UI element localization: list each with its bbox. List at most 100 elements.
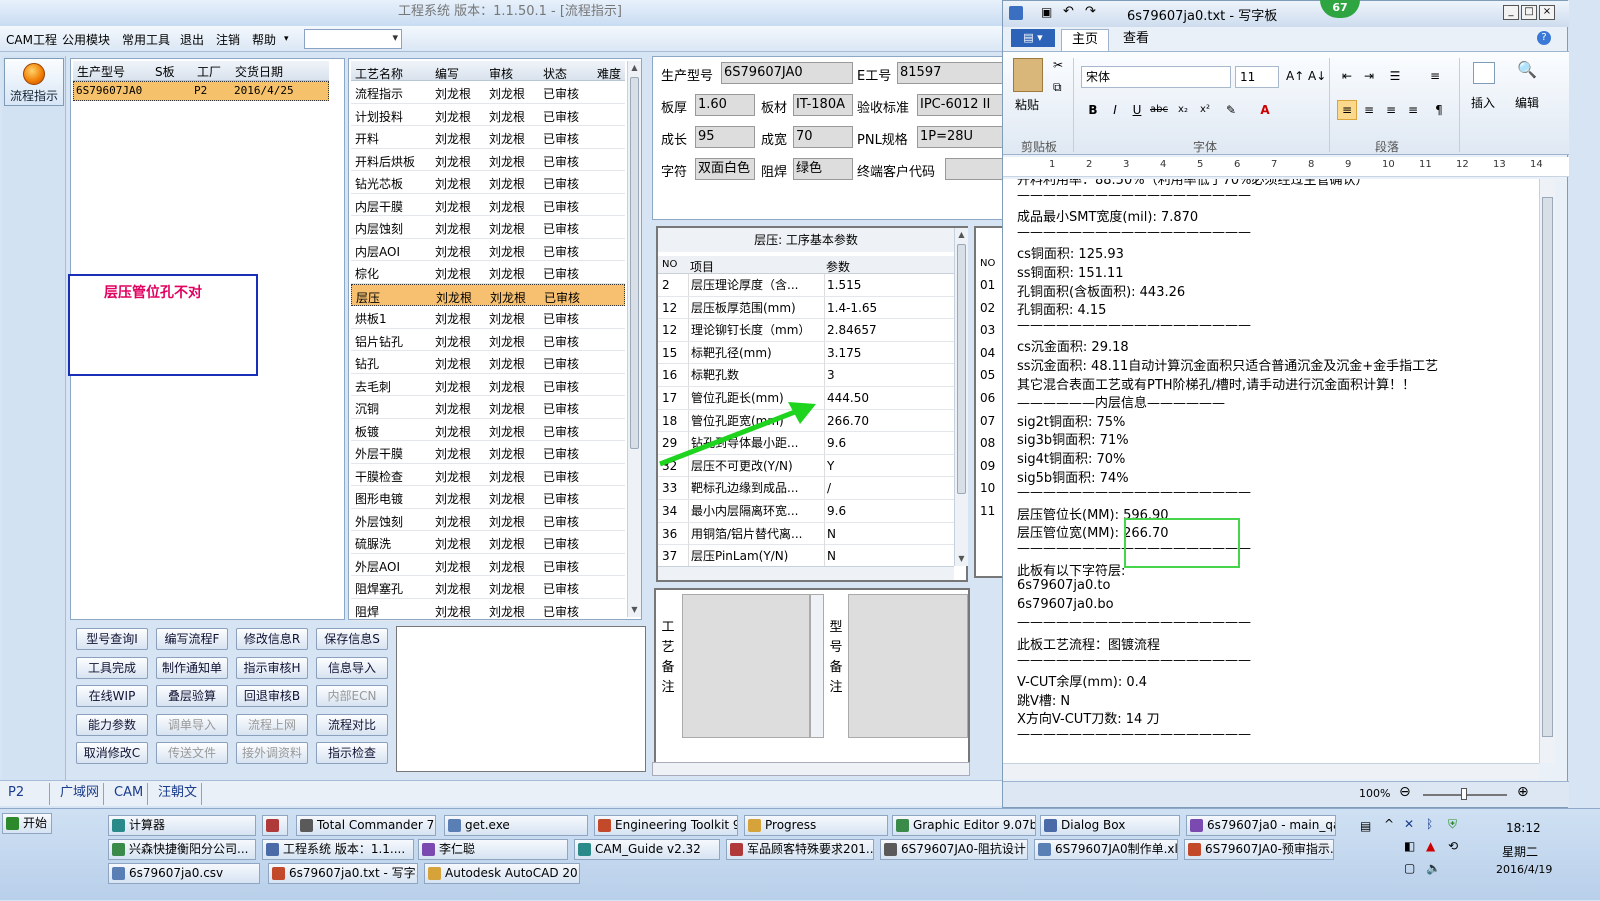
tab-home[interactable]: 主页	[1061, 29, 1110, 51]
undo-icon[interactable]: ↶	[1063, 4, 1074, 19]
mask-field[interactable]: 绿色	[793, 158, 853, 180]
italic-icon[interactable]: I	[1105, 100, 1125, 120]
tab-view[interactable]: 查看	[1113, 29, 1159, 51]
standard-field[interactable]: IPC-6012 II	[917, 94, 1013, 116]
table-row[interactable]: 计划投料 刘龙根 刘龙根 已审核	[351, 104, 625, 126]
table-row[interactable]: 图形电镀 刘龙根 刘龙根 已审核	[351, 486, 625, 509]
taskbar-item[interactable]: 6S79607JA0-预审指示...	[1184, 839, 1334, 860]
highlight-icon[interactable]: ✎	[1221, 100, 1241, 120]
paragraph-icon[interactable]: ¶	[1429, 100, 1449, 120]
edit-label[interactable]: 编辑	[1515, 94, 1539, 111]
grow-font-icon[interactable]: A↑	[1285, 66, 1305, 86]
menu-exit[interactable]: 退出	[180, 31, 204, 48]
table-row[interactable]: 36 用铜箔/铝片替代离... N	[658, 522, 954, 546]
table-row[interactable]: 开料 刘龙根 刘龙根 已审核	[351, 126, 625, 149]
table-row[interactable]: 板镀 刘龙根 刘龙根 已审核	[351, 419, 625, 441]
cut-icon[interactable]: ✂	[1053, 58, 1063, 72]
table-row[interactable]: 钻孔 刘龙根 刘龙根 已审核	[351, 351, 625, 374]
layer-hscrollbar[interactable]	[658, 566, 954, 580]
process-remark-box[interactable]	[682, 594, 810, 738]
menu-help[interactable]: 帮助	[252, 31, 276, 48]
tab-user[interactable]: 汪朝文	[154, 783, 203, 805]
document-scrollbar[interactable]	[1539, 179, 1555, 763]
taskbar-item[interactable]: 6s79607ja0.txt - 写字...	[268, 863, 418, 884]
bottom-hscrollbar[interactable]	[652, 762, 970, 776]
action-button[interactable]: 取消修改C	[76, 742, 148, 764]
action-button[interactable]: 保存信息S	[316, 628, 388, 650]
line-spacing-icon[interactable]: ≡	[1425, 66, 1445, 86]
table-row[interactable]: 层压 刘龙根 刘龙根 已审核	[351, 283, 625, 306]
table-row[interactable]: 钻光芯板 刘龙根 刘龙根 已审核	[351, 171, 625, 194]
header-difficulty[interactable]: 难度	[597, 65, 621, 82]
justify-icon[interactable]: ≡	[1403, 100, 1423, 120]
scroll-thumb[interactable]	[1542, 197, 1553, 737]
scroll-thumb[interactable]	[630, 77, 639, 449]
shrink-font-icon[interactable]: A↓	[1307, 66, 1327, 86]
width-field[interactable]: 70	[793, 126, 853, 148]
ruler[interactable]: 1 2 3 4 5 6 7 8 9 10 11 12 13 14	[1003, 157, 1569, 177]
action-button[interactable]: 修改信息R	[236, 628, 308, 650]
table-row[interactable]: 34 最小内层隔离环宽... 9.6	[658, 500, 954, 523]
tray-app-icon[interactable]: ◧	[1404, 839, 1415, 853]
taskbar-item[interactable]: CAM_Guide v2.32	[574, 839, 720, 860]
taskbar-item[interactable]: 兴森快捷衡阳分公司...	[108, 839, 256, 860]
action-button[interactable]: 传送文件	[156, 742, 228, 764]
thickness-field[interactable]: 1.60	[695, 94, 755, 116]
tray-window-icon[interactable]: ▢	[1404, 861, 1415, 875]
table-row[interactable]: 烘板1 刘龙根 刘龙根 已审核	[351, 306, 625, 329]
redo-icon[interactable]: ↷	[1085, 4, 1096, 19]
action-button[interactable]: 信息导入	[316, 656, 388, 679]
action-button[interactable]: 调单导入	[156, 713, 228, 736]
taskbar-item[interactable]: Total Commander 7.0 p...	[296, 815, 436, 836]
header-process[interactable]: 工艺名称	[355, 65, 403, 82]
tab-cam[interactable]: CAM	[110, 783, 149, 805]
legend-field[interactable]: 双面白色	[695, 158, 755, 180]
action-button[interactable]: 流程对比	[316, 713, 388, 736]
underline-icon[interactable]: U	[1127, 100, 1147, 120]
file-menu-icon[interactable]: ▤ ▾	[1011, 29, 1055, 47]
document-hscrollbar[interactable]	[1003, 763, 1539, 779]
table-row[interactable]: 开料后烘板 刘龙根 刘龙根 已审核	[351, 149, 625, 171]
scroll-up-icon[interactable]: ▲	[628, 61, 641, 75]
decrease-indent-icon[interactable]: ⇤	[1337, 66, 1357, 86]
table-row[interactable]: 铝片钻孔 刘龙根 刘龙根 已审核	[351, 329, 625, 351]
table-row[interactable]: 15 标靶孔径(mm) 3.175	[658, 341, 954, 365]
scroll-up-icon[interactable]: ▲	[955, 228, 968, 242]
strikethrough-icon[interactable]: abc	[1149, 100, 1169, 120]
save-icon[interactable]: ▣	[1041, 5, 1052, 19]
clock-time[interactable]: 18:12	[1506, 821, 1541, 835]
table-row[interactable]: 干膜检查 刘龙根 刘龙根 已审核	[351, 464, 625, 486]
taskbar-item[interactable]: 6s79607ja0.csv	[108, 863, 260, 884]
table-row[interactable]: 33 靶标孔边缘到成品... /	[658, 477, 954, 500]
model-field[interactable]: 6S79607JA0	[721, 62, 853, 84]
table-row[interactable]: 内层干膜 刘龙根 刘龙根 已审核	[351, 194, 625, 216]
taskbar-item[interactable]	[262, 815, 288, 836]
layer-scrollbar[interactable]: ▲ ▼	[954, 228, 968, 566]
expand-tray-icon[interactable]: ^	[1384, 817, 1394, 831]
table-row[interactable]: 6S79607JA0 P2 2016/4/25	[73, 81, 329, 101]
menu-cam[interactable]: CAM工程	[6, 31, 57, 48]
header-no[interactable]: NO	[662, 259, 677, 270]
table-row[interactable]: 内层蚀刻 刘龙根 刘龙根 已审核	[351, 216, 625, 239]
insert-icon[interactable]	[1473, 62, 1495, 84]
table-row[interactable]: 硫脲洗 刘龙根 刘龙根 已审核	[351, 531, 625, 554]
menu-logout[interactable]: 注销	[216, 31, 240, 48]
font-color-icon[interactable]: A	[1255, 100, 1275, 120]
header-param[interactable]: 参数	[826, 258, 850, 275]
table-row[interactable]: 沉铜 刘龙根 刘龙根 已审核	[351, 396, 625, 419]
superscript-icon[interactable]: x²	[1195, 100, 1215, 120]
taskbar-item[interactable]: 工程系统 版本：1.1....	[262, 839, 414, 860]
process-scrollbar[interactable]: ▲ ▼	[627, 61, 641, 617]
header-s[interactable]: S板	[155, 63, 175, 80]
material-field[interactable]: IT-180A	[793, 94, 853, 116]
table-row[interactable]: 流程指示 刘龙根 刘龙根 已审核	[351, 81, 625, 104]
scroll-down-icon[interactable]: ▼	[628, 603, 641, 617]
network-icon[interactable]: ▤	[1360, 819, 1371, 833]
model-remark-box[interactable]	[848, 594, 968, 738]
action-button[interactable]: 型号查询I	[76, 628, 148, 650]
action-button[interactable]: 编写流程F	[156, 628, 228, 650]
taskbar-item[interactable]: 计算器	[108, 815, 256, 836]
table-row[interactable]: 阻焊塞孔 刘龙根 刘龙根 已审核	[351, 576, 625, 599]
table-row[interactable]: 16 标靶孔数 3	[658, 364, 954, 387]
taskbar-item[interactable]: 6s79607ja0 - main_qa	[1186, 815, 1336, 836]
